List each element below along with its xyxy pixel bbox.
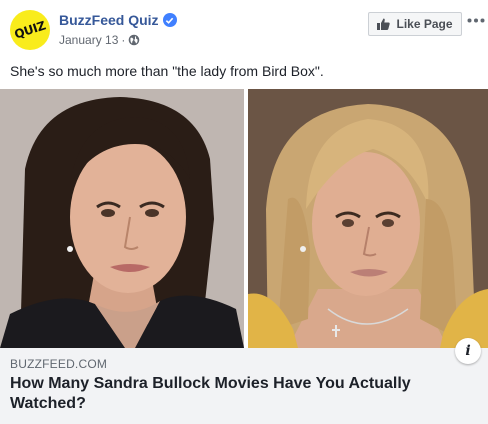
post-meta: January 13 · bbox=[59, 33, 140, 47]
page-name-link[interactable]: BuzzFeed Quiz bbox=[59, 12, 177, 28]
page-avatar[interactable]: QUIZ bbox=[10, 10, 50, 50]
right-photo-illustration bbox=[248, 89, 488, 348]
right-photo[interactable] bbox=[248, 89, 488, 348]
like-page-button[interactable]: Like Page bbox=[368, 12, 462, 36]
info-icon-glyph: i bbox=[465, 343, 471, 359]
left-photo[interactable] bbox=[0, 89, 244, 348]
post-date[interactable]: January 13 bbox=[59, 33, 118, 47]
post-caption: She's so much more than "the lady from B… bbox=[10, 63, 324, 79]
like-page-label: Like Page bbox=[396, 17, 453, 31]
info-icon[interactable]: i bbox=[455, 338, 481, 364]
link-headline[interactable]: How Many Sandra Bullock Movies Have You … bbox=[10, 374, 430, 414]
ellipsis-icon bbox=[467, 18, 485, 22]
post-options-button[interactable] bbox=[466, 10, 486, 30]
verified-badge-icon bbox=[162, 13, 177, 27]
left-photo-illustration bbox=[0, 89, 244, 348]
meta-separator: · bbox=[121, 33, 126, 47]
avatar-logo-text: QUIZ bbox=[12, 18, 48, 42]
thumbs-up-icon bbox=[377, 18, 391, 30]
globe-icon[interactable] bbox=[128, 34, 140, 46]
link-domain: BUZZFEED.COM bbox=[10, 357, 108, 371]
facebook-post: QUIZ BuzzFeed Quiz January 13 · Like Pag… bbox=[0, 0, 488, 424]
page-name[interactable]: BuzzFeed Quiz bbox=[59, 12, 159, 28]
